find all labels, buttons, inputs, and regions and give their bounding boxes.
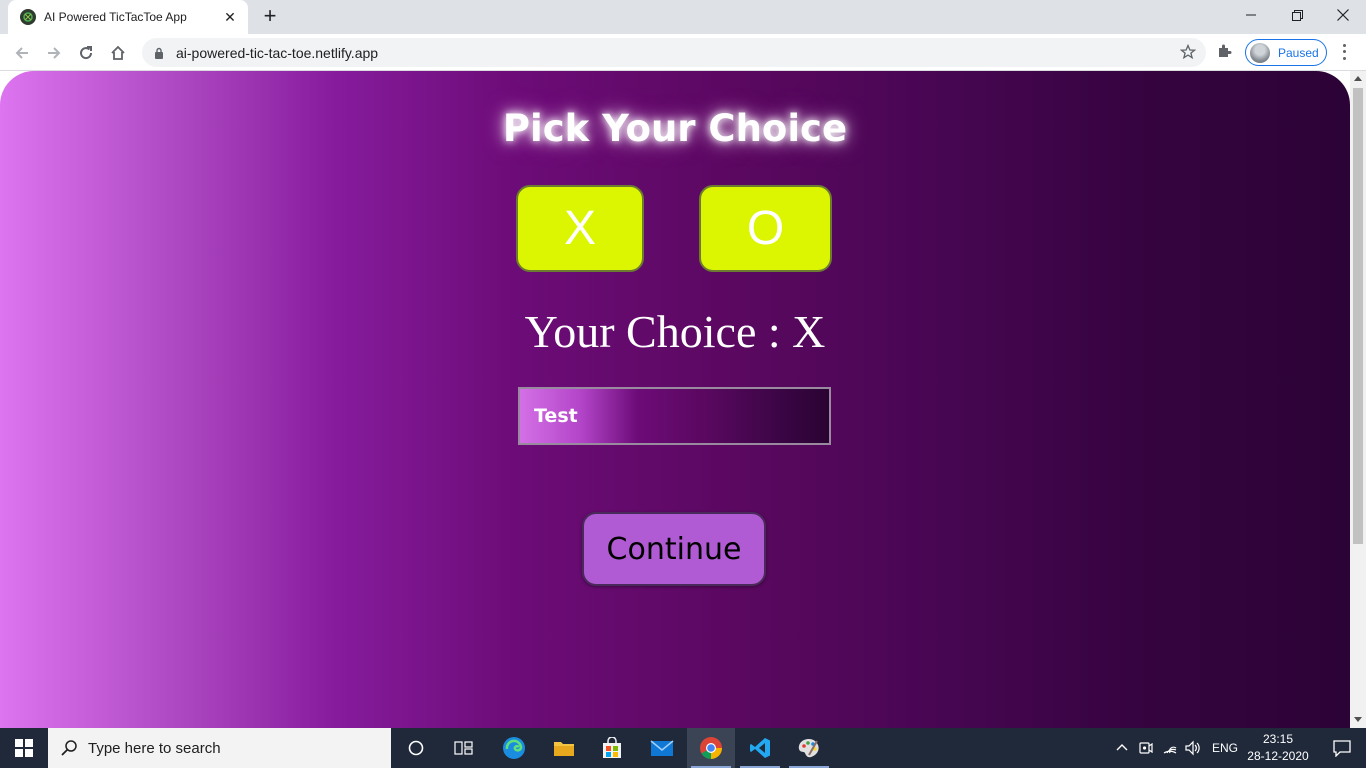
- store-button[interactable]: [588, 728, 636, 768]
- avatar: [1250, 42, 1270, 63]
- restore-icon: [1291, 9, 1303, 21]
- choose-x-button[interactable]: X: [516, 185, 644, 272]
- choose-o-button[interactable]: O: [699, 185, 832, 272]
- chevron-up-icon[interactable]: [1114, 740, 1130, 756]
- mail-button[interactable]: [638, 728, 686, 768]
- edge-browser-icon: [503, 737, 525, 759]
- forward-arrow-icon: [48, 47, 61, 59]
- chrome-browser-icon: [700, 737, 722, 759]
- wifi-icon[interactable]: [1162, 740, 1178, 756]
- page-title: Pick Your Choice: [502, 107, 848, 150]
- scroll-thumb[interactable]: [1353, 88, 1363, 544]
- profile-status: Paused: [1278, 45, 1319, 60]
- page-scrollbar[interactable]: [1350, 71, 1366, 728]
- search-placeholder: Type here to search: [88, 739, 221, 757]
- tab-close-icon[interactable]: ✕: [222, 9, 238, 26]
- vscode-icon: [750, 738, 770, 758]
- notification-icon: [1333, 740, 1351, 757]
- tictactoe-favicon-icon: [20, 9, 36, 25]
- minimize-button[interactable]: [1228, 0, 1274, 30]
- close-window-button[interactable]: [1320, 0, 1366, 30]
- forward-button[interactable]: [40, 39, 68, 67]
- store-bag-icon: [603, 737, 621, 758]
- chrome-taskbar-button[interactable]: [687, 728, 735, 768]
- paint-palette-icon: [798, 739, 819, 758]
- system-clock[interactable]: 23:15 28-12-2020: [1240, 731, 1316, 765]
- vscode-taskbar-button[interactable]: [736, 728, 784, 768]
- clock-time: 23:15: [1262, 732, 1294, 746]
- system-tray: ENG: [1114, 728, 1238, 768]
- taskbar-search[interactable]: Type here to search: [48, 728, 391, 768]
- edge-taskbar-button[interactable]: [490, 728, 538, 768]
- home-button[interactable]: [104, 39, 132, 67]
- search-icon: [61, 740, 77, 756]
- back-arrow-icon: [15, 47, 28, 59]
- reload-icon: [80, 46, 93, 60]
- browser-tab[interactable]: AI Powered TicTacToe App ✕: [8, 0, 248, 34]
- home-icon: [111, 45, 125, 60]
- file-explorer-button[interactable]: [540, 728, 588, 768]
- restore-button[interactable]: [1274, 0, 1320, 30]
- new-tab-button[interactable]: +: [258, 5, 282, 28]
- windows-logo-icon: [15, 739, 33, 757]
- bookmark-star-icon[interactable]: [1180, 44, 1196, 60]
- task-view-icon: [454, 741, 473, 755]
- back-button[interactable]: [8, 39, 36, 67]
- task-view-button[interactable]: [440, 728, 488, 768]
- volume-icon[interactable]: [1184, 740, 1202, 756]
- your-choice-label: Your Choice : X: [524, 306, 826, 357]
- extensions-puzzle-icon[interactable]: [1216, 42, 1234, 60]
- close-icon: [1337, 9, 1349, 21]
- paint-taskbar-button[interactable]: [785, 728, 833, 768]
- cortana-circle-icon: [408, 740, 424, 756]
- cortana-button[interactable]: [392, 728, 440, 768]
- browser-toolbar: ai-powered-tic-tac-toe.netlify.app Pause…: [0, 34, 1366, 71]
- scroll-up-icon[interactable]: [1354, 75, 1362, 83]
- tab-title: AI Powered TicTacToe App: [44, 10, 187, 24]
- clock-date: 28-12-2020: [1247, 749, 1309, 763]
- profile-button[interactable]: Paused: [1245, 39, 1327, 66]
- reload-button[interactable]: [72, 39, 100, 67]
- name-input[interactable]: [518, 387, 831, 445]
- address-bar[interactable]: ai-powered-tic-tac-toe.netlify.app: [142, 38, 1206, 67]
- lock-icon: [155, 47, 163, 59]
- chrome-menu-icon[interactable]: [1336, 42, 1352, 62]
- minimize-icon: [1246, 14, 1256, 16]
- url-text: ai-powered-tic-tac-toe.netlify.app: [176, 44, 379, 61]
- windows-taskbar: Type here to search ENG 23:15 28-12-2020: [0, 728, 1366, 768]
- continue-button[interactable]: Continue: [582, 512, 766, 586]
- scroll-down-icon[interactable]: [1354, 715, 1362, 723]
- mail-icon: [650, 740, 674, 756]
- folder-icon: [554, 742, 574, 756]
- start-button[interactable]: [0, 728, 48, 768]
- tab-strip: AI Powered TicTacToe App ✕ +: [0, 0, 1366, 34]
- notifications-button[interactable]: [1318, 728, 1366, 768]
- language-indicator[interactable]: ENG: [1212, 741, 1238, 755]
- app-page: Pick Your Choice X O Your Choice : X Con…: [0, 71, 1350, 728]
- meet-now-icon[interactable]: [1138, 740, 1154, 756]
